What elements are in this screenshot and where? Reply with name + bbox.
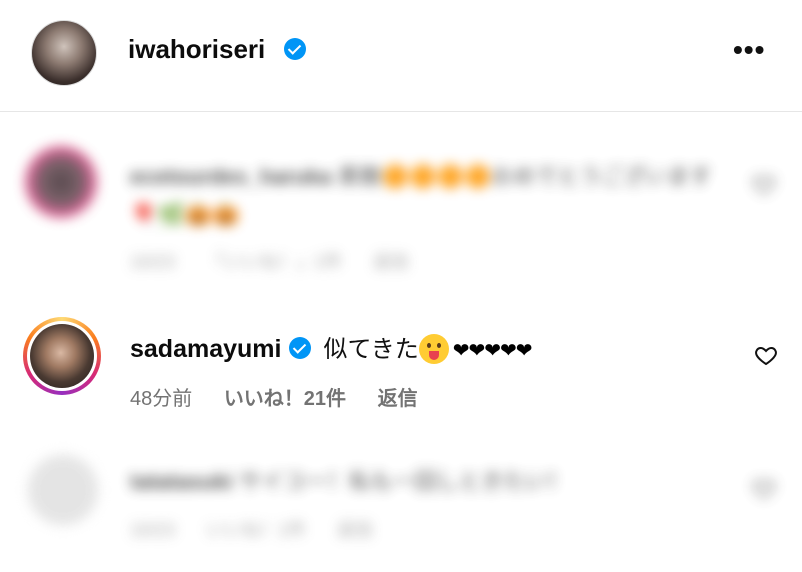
hearts-emoji: ❤❤❤❤❤ bbox=[452, 340, 533, 362]
comment-likes[interactable]: いいね！1件 bbox=[206, 520, 306, 540]
comment-meta: 48分前 いいね！21件 返信 bbox=[130, 382, 444, 411]
like-heart-icon[interactable] bbox=[754, 343, 778, 367]
comment-body: 似てきた bbox=[323, 336, 419, 363]
commenter-username[interactable]: ecetourdes_haruka bbox=[130, 164, 332, 189]
author-avatar[interactable] bbox=[31, 20, 97, 86]
reply-button[interactable]: 返信 bbox=[337, 520, 373, 540]
like-heart-icon[interactable] bbox=[752, 172, 776, 196]
post-header: iwahoriseri ••• bbox=[0, 0, 802, 112]
commenter-username[interactable]: sadamayumi bbox=[130, 335, 281, 363]
comment-meta: 10/23 「いいね！」1件 返信 bbox=[130, 248, 435, 274]
comment-item: tatatasuki サイコー！私も一回しときたい！ 10/23 いいね！1件 … bbox=[0, 450, 802, 560]
comment-item: sadamayumi 似てきた ❤❤❤❤❤ 48分前 いいね！21件 返信 bbox=[0, 314, 802, 424]
reply-button[interactable]: 返信 bbox=[378, 388, 418, 410]
like-heart-icon[interactable] bbox=[752, 476, 776, 500]
comment-body: サイコー！私も一回しときたい！ bbox=[238, 469, 569, 494]
comment-item: ecetourdes_haruka 素敵🟠🟠🟠🟠おめでとうございます🎈🌿🎃🎃 1… bbox=[0, 140, 802, 280]
comment-likes[interactable]: 「いいね！」1件 bbox=[206, 252, 342, 272]
comment-text: sadamayumi 似てきた ❤❤❤❤❤ bbox=[130, 329, 533, 366]
comment-time[interactable]: 48分前 bbox=[130, 388, 192, 410]
tongue-out-emoji-icon bbox=[418, 333, 449, 364]
comment-text: ecetourdes_haruka 素敵🟠🟠🟠🟠おめでとうございます🎈🌿🎃🎃 bbox=[130, 158, 720, 234]
comment-text: tatatasuki サイコー！私も一回しときたい！ bbox=[130, 464, 569, 496]
commenter-avatar bbox=[30, 324, 94, 388]
commenter-avatar-story-ring[interactable] bbox=[23, 317, 101, 395]
comment-likes[interactable]: いいね！21件 bbox=[224, 388, 346, 410]
commenter-username[interactable]: tatatasuki bbox=[130, 469, 233, 494]
reply-button[interactable]: 返信 bbox=[373, 252, 409, 272]
comment-meta: 10/23 いいね！1件 返信 bbox=[130, 516, 399, 542]
more-options-icon[interactable]: ••• bbox=[733, 36, 765, 64]
verified-badge-icon bbox=[284, 38, 306, 60]
commenter-avatar[interactable] bbox=[25, 146, 97, 218]
verified-badge-icon bbox=[289, 336, 312, 359]
commenter-avatar[interactable] bbox=[27, 454, 99, 526]
comment-time[interactable]: 10/23 bbox=[130, 520, 175, 540]
author-username[interactable]: iwahoriseri bbox=[128, 34, 265, 65]
comment-time[interactable]: 10/23 bbox=[130, 252, 175, 272]
